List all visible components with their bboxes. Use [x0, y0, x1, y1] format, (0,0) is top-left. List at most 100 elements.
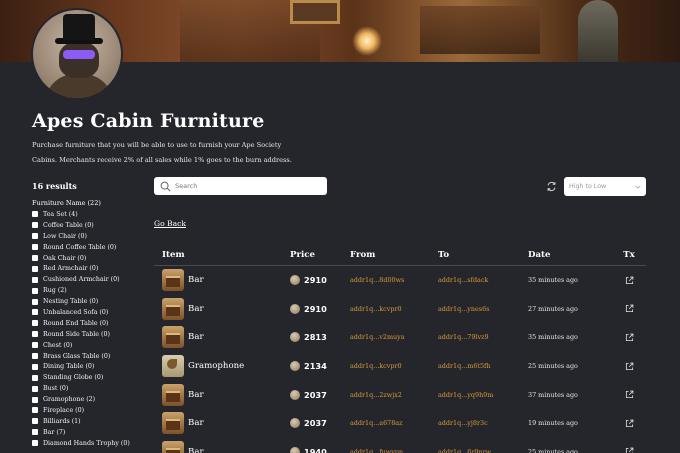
- to-address-link[interactable]: addr1q...ynes6s: [438, 305, 528, 313]
- filter-checkbox[interactable]: [32, 353, 38, 360]
- item-name: Gramophone: [188, 361, 245, 372]
- cell-item: Bar: [154, 383, 282, 406]
- external-link-icon[interactable]: [625, 304, 634, 313]
- table-row[interactable]: Bar 2037 addr1q...a678az addr1q...yj8r3c 19 …: [154, 409, 646, 438]
- filter-item-label: Diamond Hands Trophy (0): [43, 439, 130, 447]
- filter-item[interactable]: Round Coffee Table (0): [32, 242, 154, 253]
- filter-checkbox[interactable]: [32, 287, 38, 294]
- filter-item[interactable]: Dining Table (0): [32, 361, 154, 372]
- from-address-link[interactable]: addr1q...fuwypn: [348, 448, 438, 453]
- external-link-icon[interactable]: [625, 333, 634, 342]
- from-address-link[interactable]: addr1q...kcvpr0: [348, 362, 438, 370]
- filter-checkbox[interactable]: [32, 342, 38, 349]
- external-link-icon[interactable]: [625, 447, 634, 453]
- filter-checkbox[interactable]: [32, 298, 38, 305]
- filter-item[interactable]: Chest (0): [32, 340, 154, 351]
- filter-item[interactable]: Cushioned Armchair (0): [32, 274, 154, 285]
- filter-checkbox[interactable]: [32, 309, 38, 316]
- filter-checkbox[interactable]: [32, 331, 38, 338]
- from-address-link[interactable]: addr1q...2zwjx2: [348, 391, 438, 399]
- external-link-icon[interactable]: [625, 390, 634, 399]
- filter-checkbox[interactable]: [32, 265, 38, 272]
- filter-checkbox[interactable]: [32, 276, 38, 283]
- filter-item[interactable]: Red Armchair (0): [32, 263, 154, 274]
- to-address-link[interactable]: addr1q...sfdack: [438, 276, 528, 284]
- table-row[interactable]: Bar 2037 addr1q...2zwjx2 addr1q...yq9h9m 37 …: [154, 380, 646, 409]
- external-link-icon[interactable]: [625, 419, 634, 428]
- external-link-icon[interactable]: [625, 362, 634, 371]
- cell-price: 2910: [282, 275, 348, 286]
- to-address-link[interactable]: addr1q...m6t5fh: [438, 362, 528, 370]
- filter-item[interactable]: Tea Set (4): [32, 209, 154, 220]
- filter-item[interactable]: Bar (7): [32, 427, 154, 438]
- filter-item[interactable]: Diamond Hands Trophy (0): [32, 438, 154, 449]
- filter-item[interactable]: Unbalanced Sofa (0): [32, 307, 154, 318]
- from-address-link[interactable]: addr1q...kcvpr0: [348, 305, 438, 313]
- column-header-to[interactable]: To: [438, 250, 528, 260]
- filter-item[interactable]: Fireplace (0): [32, 405, 154, 416]
- avatar-hat: [63, 14, 95, 40]
- column-header-from[interactable]: From: [348, 250, 438, 260]
- chevron-down-icon: [635, 185, 641, 189]
- table-row[interactable]: Gramophone 2134 addr1q...kcvpr0 addr1q...m6…: [154, 352, 646, 381]
- page-description: Purchase furniture that you will be able…: [32, 141, 292, 164]
- to-address-link[interactable]: addr1q...79lvz9: [438, 333, 528, 341]
- filter-item[interactable]: Nesting Table (0): [32, 296, 154, 307]
- from-address-link[interactable]: addr1q...8d00ws: [348, 276, 438, 284]
- ada-coin-icon: [290, 332, 300, 343]
- filter-checkbox[interactable]: [32, 255, 38, 261]
- filter-item[interactable]: Coffee Table (0): [32, 220, 154, 231]
- table-row[interactable]: Bar 2813 addr1q...v2muya addr1q...79lvz9 35 …: [154, 323, 646, 352]
- filter-checkbox[interactable]: [32, 429, 38, 436]
- filter-checkbox[interactable]: [32, 374, 38, 381]
- filter-checkbox[interactable]: [32, 385, 38, 392]
- column-header-item[interactable]: Item: [154, 250, 282, 260]
- filter-checkbox[interactable]: [32, 244, 38, 251]
- filter-item[interactable]: Oak Chair (0): [32, 253, 154, 264]
- filter-checkbox[interactable]: [32, 222, 38, 229]
- table-row[interactable]: Bar 2910 addr1q...kcvpr0 addr1q...ynes6s 27 …: [154, 295, 646, 324]
- external-link-icon[interactable]: [625, 276, 634, 285]
- filter-checkbox[interactable]: [32, 363, 38, 370]
- column-header-date[interactable]: Date: [528, 250, 612, 260]
- filter-item[interactable]: Low Chair (0): [32, 231, 154, 242]
- cell-tx: [612, 276, 646, 285]
- filter-checkbox[interactable]: [32, 418, 38, 425]
- table-row[interactable]: Bar 1940 addr1q...fuwypn addr1q...6r9nrw 25 …: [154, 438, 646, 453]
- filter-item[interactable]: Gramophone (2): [32, 394, 154, 405]
- search-box[interactable]: [154, 177, 327, 195]
- search-input[interactable]: [175, 182, 315, 190]
- table-row[interactable]: Bar 2910 addr1q...8d00ws addr1q...sfdack 35 …: [154, 266, 646, 295]
- to-address-link[interactable]: addr1q...6r9nrw: [438, 448, 528, 453]
- to-address-link[interactable]: addr1q...yq9h9m: [438, 391, 528, 399]
- filter-item[interactable]: Rug (2): [32, 285, 154, 296]
- filter-checkbox[interactable]: [32, 440, 38, 447]
- filter-checkbox[interactable]: [32, 320, 38, 327]
- to-address-link[interactable]: addr1q...yj8r3c: [438, 419, 528, 427]
- from-address-link[interactable]: addr1q...a678az: [348, 419, 438, 427]
- filter-checkbox[interactable]: [32, 233, 38, 240]
- sort-select[interactable]: High to Low: [564, 177, 646, 196]
- page-title: Apes Cabin Furniture: [32, 110, 265, 132]
- filter-item[interactable]: Billiards (1): [32, 416, 154, 427]
- filter-item[interactable]: Round Side Table (0): [32, 329, 154, 340]
- search-icon: [160, 181, 171, 191]
- collection-avatar: [31, 8, 123, 100]
- filter-item-label: Cushioned Armchair (0): [43, 276, 120, 284]
- go-back-link[interactable]: Go Back: [154, 219, 186, 228]
- column-header-tx: Tx: [623, 249, 635, 260]
- column-header-price[interactable]: Price: [282, 250, 348, 260]
- cell-item: Bar: [154, 440, 282, 453]
- from-address-link[interactable]: addr1q...v2muya: [348, 333, 438, 341]
- filter-item-label: Bar (7): [43, 428, 66, 436]
- filter-checkbox[interactable]: [32, 407, 38, 414]
- filter-item[interactable]: Standing Globe (0): [32, 372, 154, 383]
- filter-item-label: Chest (0): [43, 341, 73, 349]
- banner-shelf: [420, 6, 540, 54]
- filter-checkbox[interactable]: [32, 396, 38, 403]
- filter-checkbox[interactable]: [32, 211, 38, 218]
- refresh-icon[interactable]: [546, 181, 557, 192]
- filter-item[interactable]: Round End Table (0): [32, 318, 154, 329]
- filter-item[interactable]: Brass Glass Table (0): [32, 351, 154, 362]
- filter-item[interactable]: Bust (0): [32, 383, 154, 394]
